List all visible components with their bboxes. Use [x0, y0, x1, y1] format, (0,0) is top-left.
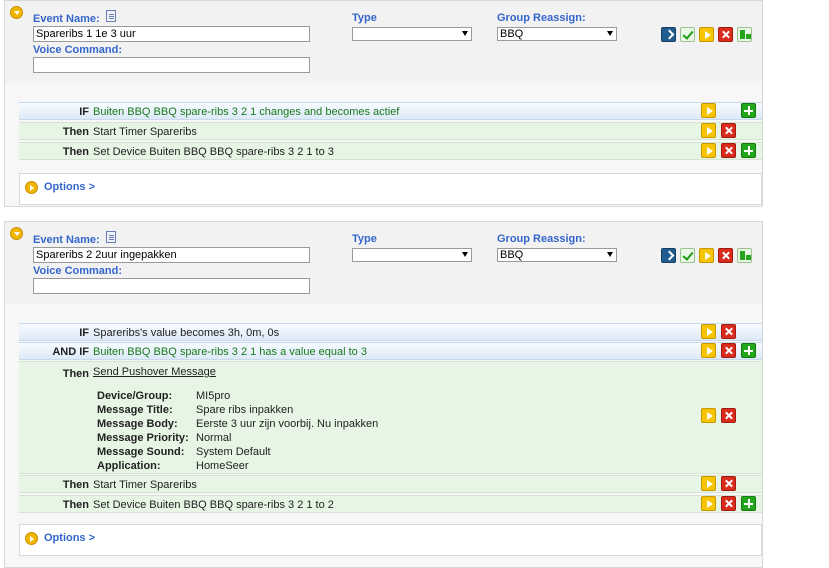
field-value: Eerste 3 uur zijn voorbij. Nu inpakken	[196, 418, 379, 430]
voice-command-label: Voice Command:	[33, 265, 123, 277]
action-delete-button[interactable]	[721, 143, 736, 158]
condition-test-button[interactable]	[701, 324, 716, 339]
test-event-button[interactable]	[699, 27, 714, 42]
expand-icon	[25, 181, 38, 194]
save-event-button[interactable]	[680, 248, 695, 263]
options-panel[interactable]: Options >	[19, 524, 762, 556]
action-test-button[interactable]	[701, 476, 716, 491]
collapse-icon[interactable]	[10, 227, 23, 240]
add-action-button[interactable]	[741, 143, 756, 158]
type-select[interactable]	[352, 27, 472, 41]
condition-row: IF Spareribs's value becomes 3h, 0m, 0s	[19, 323, 762, 341]
collapse-icon[interactable]	[10, 6, 23, 19]
chevron-down-icon	[462, 252, 468, 257]
then-keyword: Then	[62, 479, 89, 491]
add-action-button[interactable]	[741, 496, 756, 511]
field-value: System Default	[196, 446, 271, 458]
condition-test-button[interactable]	[701, 343, 716, 358]
action-test-button[interactable]	[701, 408, 716, 423]
chevron-down-icon	[462, 31, 468, 36]
action-text: Start Timer Spareribs	[93, 126, 197, 138]
action-row: Then Start Timer Spareribs	[19, 475, 762, 493]
type-label: Type	[352, 233, 377, 245]
if-keyword: IF	[79, 106, 89, 118]
field-label: Message Title:	[97, 404, 173, 416]
field-value: HomeSeer	[196, 460, 249, 472]
add-condition-button[interactable]	[741, 103, 756, 118]
action-row: Then Set Device Buiten BBQ BBQ spare-rib…	[19, 495, 762, 513]
action-text: Set Device Buiten BBQ BBQ spare-ribs 3 2…	[93, 146, 334, 158]
delete-event-button[interactable]	[718, 248, 733, 263]
event-panel-2: Event Name: Spareribs 2 2uur ingepakken …	[4, 221, 763, 568]
group-event-button[interactable]	[737, 27, 752, 42]
type-label: Type	[352, 12, 377, 24]
condition-test-button[interactable]	[701, 103, 716, 118]
options-link[interactable]: Options >	[44, 532, 95, 544]
then-keyword: Then	[62, 146, 89, 158]
action-delete-button[interactable]	[721, 123, 736, 138]
group-event-button[interactable]	[737, 248, 752, 263]
action-test-button[interactable]	[701, 143, 716, 158]
notes-icon[interactable]	[106, 231, 116, 243]
run-event-button[interactable]	[661, 27, 676, 42]
event-name-label: Event Name:	[33, 13, 100, 25]
field-label: Application:	[97, 460, 161, 472]
then-keyword: Then	[62, 499, 89, 511]
action-delete-button[interactable]	[721, 476, 736, 491]
event-name-input[interactable]: Spareribs 2 2uur ingepakken	[33, 247, 310, 263]
field-label: Message Sound:	[97, 446, 185, 458]
group-select[interactable]: BBQ	[497, 27, 617, 41]
chevron-down-icon	[607, 252, 613, 257]
group-select[interactable]: BBQ	[497, 248, 617, 262]
pushover-title-link[interactable]: Send Pushover Message	[93, 366, 216, 378]
action-text: Set Device Buiten BBQ BBQ spare-ribs 3 2…	[93, 499, 334, 511]
field-value: Spare ribs inpakken	[196, 404, 294, 416]
event-panel-1: Event Name: Spareribs 1 1e 3 uur Voice C…	[4, 0, 763, 207]
delete-event-button[interactable]	[718, 27, 733, 42]
condition-delete-button[interactable]	[721, 343, 736, 358]
and-if-keyword: AND IF	[52, 346, 89, 358]
group-select-value: BBQ	[500, 249, 524, 261]
condition-text: Buiten BBQ BBQ spare-ribs 3 2 1 has a va…	[93, 346, 367, 358]
add-condition-button[interactable]	[741, 343, 756, 358]
action-text: Start Timer Spareribs	[93, 479, 197, 491]
run-event-button[interactable]	[661, 248, 676, 263]
condition-text: Spareribs's value becomes 3h, 0m, 0s	[93, 327, 280, 339]
field-label: Message Priority:	[97, 432, 189, 444]
field-label: Message Body:	[97, 418, 178, 430]
action-delete-button[interactable]	[721, 408, 736, 423]
options-panel[interactable]: Options >	[19, 173, 762, 205]
condition-delete-button[interactable]	[721, 324, 736, 339]
action-delete-button[interactable]	[721, 496, 736, 511]
save-event-button[interactable]	[680, 27, 695, 42]
test-event-button[interactable]	[699, 248, 714, 263]
then-keyword: Then	[62, 368, 89, 380]
group-select-value: BBQ	[500, 28, 524, 40]
group-reassign-label: Group Reassign:	[497, 233, 586, 245]
event-name-input[interactable]: Spareribs 1 1e 3 uur	[33, 26, 310, 42]
action-test-button[interactable]	[701, 496, 716, 511]
condition-row: IF Buiten BBQ BBQ spare-ribs 3 2 1 chang…	[19, 102, 762, 120]
condition-row: AND IF Buiten BBQ BBQ spare-ribs 3 2 1 h…	[19, 342, 762, 360]
type-select[interactable]	[352, 248, 472, 262]
options-link[interactable]: Options >	[44, 181, 95, 193]
field-value: Normal	[196, 432, 232, 444]
action-row: Then Start Timer Spareribs	[19, 122, 762, 140]
group-reassign-label: Group Reassign:	[497, 12, 586, 24]
field-label: Device/Group:	[97, 390, 173, 402]
notes-icon[interactable]	[106, 10, 116, 22]
voice-command-label: Voice Command:	[33, 44, 123, 56]
voice-command-input[interactable]	[33, 57, 310, 73]
condition-text: Buiten BBQ BBQ spare-ribs 3 2 1 changes …	[93, 106, 400, 118]
field-value: MI5pro	[196, 390, 231, 402]
action-row: Then Set Device Buiten BBQ BBQ spare-rib…	[19, 142, 762, 160]
then-keyword: Then	[62, 126, 89, 138]
expand-icon	[25, 532, 38, 545]
event-name-label: Event Name:	[33, 234, 100, 246]
if-keyword: IF	[79, 327, 89, 339]
voice-command-input[interactable]	[33, 278, 310, 294]
action-test-button[interactable]	[701, 123, 716, 138]
chevron-down-icon	[607, 31, 613, 36]
